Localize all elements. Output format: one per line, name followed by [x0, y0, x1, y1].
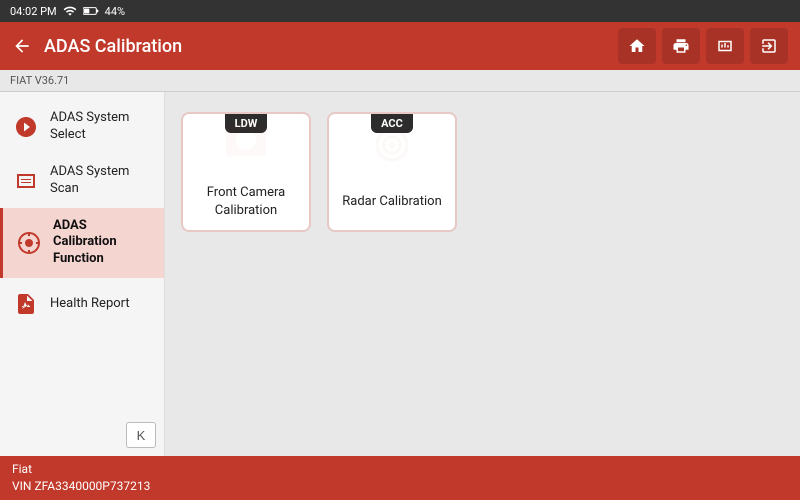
wifi-icon	[63, 4, 77, 18]
header-icons	[618, 28, 788, 64]
battery-icon	[83, 6, 99, 16]
sidebar-item-adas-system-scan[interactable]: ADAS System Scan	[0, 154, 164, 208]
sidebar-label-adas-system-scan: ADAS System Scan	[50, 164, 152, 198]
time-display: 04:02 PM	[10, 5, 57, 18]
home-button[interactable]	[618, 28, 656, 64]
back-button[interactable]	[12, 36, 32, 56]
sidebar-item-health-report[interactable]: Health Report	[0, 278, 164, 330]
adas-icon	[716, 37, 734, 55]
main-layout: ADAS System Select ADAS System Scan	[0, 92, 800, 456]
collapse-label: K	[137, 428, 146, 443]
radar-calibration-card[interactable]: ACC Radar Calibration	[327, 112, 457, 232]
print-button[interactable]	[662, 28, 700, 64]
radar-calibration-label: Radar Calibration	[334, 193, 450, 211]
sidebar-label-adas-calibration-function: ADAS Calibration Function	[53, 218, 152, 269]
header-title: ADAS Calibration	[44, 36, 606, 57]
adas-button[interactable]	[706, 28, 744, 64]
footer-content: Fiat VIN ZFA3340000P737213	[12, 461, 150, 495]
exit-icon	[760, 37, 778, 55]
status-bar-left: 04:02 PM 44%	[10, 4, 125, 18]
radar-icon-bg	[367, 125, 417, 169]
footer-bar: Fiat VIN ZFA3340000P737213	[0, 456, 800, 500]
sidebar-item-adas-calibration-function[interactable]: ADAS Calibration Function	[0, 208, 164, 279]
camera-icon-bg	[221, 116, 271, 160]
sidebar-label-health-report: Health Report	[50, 296, 130, 313]
exit-button[interactable]	[750, 28, 788, 64]
health-report-icon	[12, 290, 40, 318]
battery-percent: 44%	[105, 5, 125, 18]
adas-calibration-icon	[15, 229, 43, 257]
version-bar: FIAT V36.71	[0, 70, 800, 92]
adas-system-scan-icon	[12, 167, 40, 195]
status-bar: 04:02 PM 44%	[0, 0, 800, 22]
sidebar-item-adas-system-select[interactable]: ADAS System Select	[0, 100, 164, 154]
home-icon	[628, 37, 646, 55]
front-camera-card[interactable]: LDW Front Camera Calibration	[181, 112, 311, 232]
footer-line1: Fiat	[12, 461, 150, 478]
sidebar-label-adas-system-select: ADAS System Select	[50, 110, 152, 144]
sidebar: ADAS System Select ADAS System Scan	[0, 92, 165, 456]
content-area: LDW Front Camera Calibration ACC Radar C…	[165, 92, 800, 456]
collapse-button[interactable]: K	[126, 422, 156, 448]
adas-system-select-icon	[12, 113, 40, 141]
version-text: FIAT V36.71	[10, 74, 69, 87]
footer-line2: VIN ZFA3340000P737213	[12, 478, 150, 495]
print-icon	[672, 37, 690, 55]
front-camera-label: Front Camera Calibration	[183, 184, 309, 220]
header: ADAS Calibration	[0, 22, 800, 70]
